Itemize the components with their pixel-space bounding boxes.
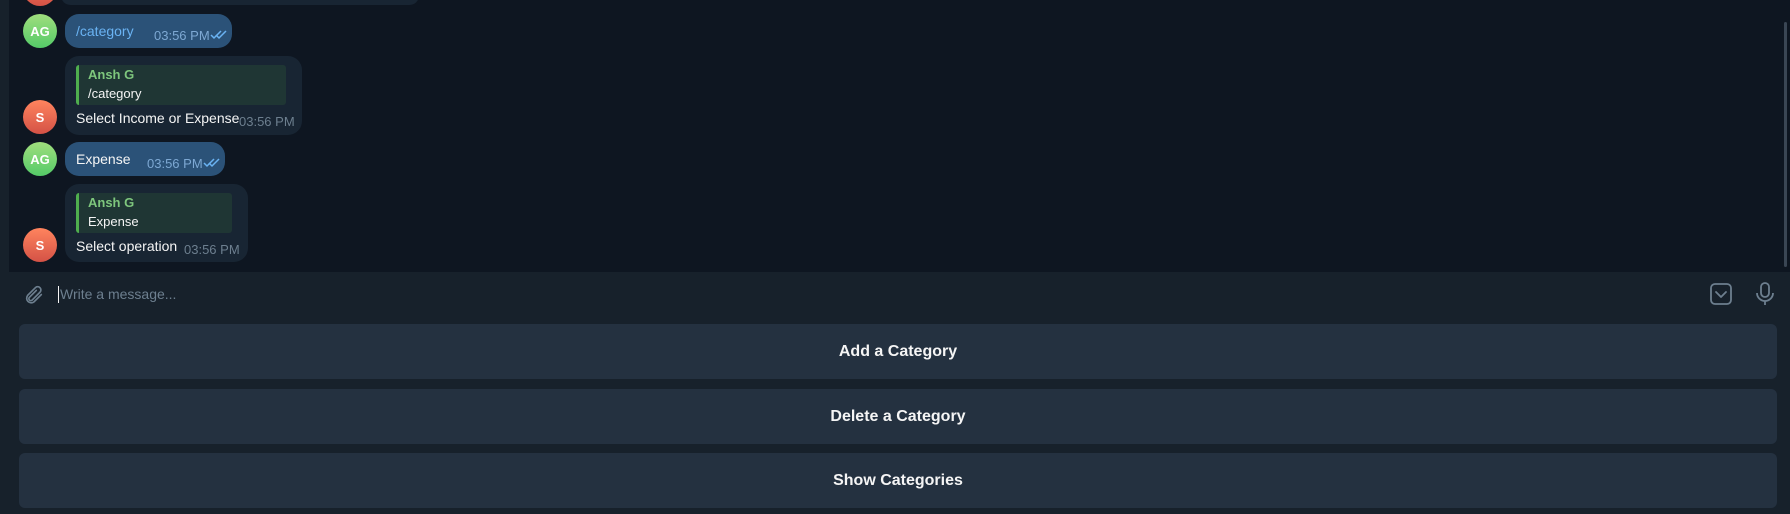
- add-category-button[interactable]: Add a Category: [19, 324, 1777, 379]
- reply-author: Ansh G: [88, 67, 135, 82]
- avatar[interactable]: AG: [23, 14, 57, 48]
- reply-quote: /category: [88, 86, 142, 101]
- text-cursor: [58, 286, 59, 303]
- microphone-icon[interactable]: [1754, 281, 1776, 307]
- avatar: [23, 0, 57, 6]
- chat-history[interactable]: AG /category 03:56 PM S Ansh G /category…: [9, 0, 1781, 272]
- avatar[interactable]: S: [23, 100, 57, 134]
- paperclip-icon[interactable]: [23, 284, 45, 306]
- reply-preview[interactable]: Ansh G Expense: [76, 193, 232, 233]
- message-text: Select Income or Expense: [76, 110, 240, 126]
- reply-preview[interactable]: Ansh G /category: [76, 65, 286, 105]
- message-time: 03:56 PM: [147, 156, 203, 171]
- message-text: /category: [76, 23, 134, 39]
- read-receipt-icon: [210, 30, 227, 40]
- reply-quote: Expense: [88, 214, 139, 229]
- message-bubble[interactable]: Expense 03:56 PM: [65, 142, 225, 176]
- avatar[interactable]: AG: [23, 142, 57, 176]
- message-text: Expense: [76, 151, 131, 167]
- show-categories-button[interactable]: Show Categories: [19, 453, 1777, 508]
- message-bubble[interactable]: /category 03:56 PM: [65, 14, 232, 48]
- message-time: 03:56 PM: [154, 28, 210, 43]
- chat-scrollbar[interactable]: [1781, 0, 1790, 272]
- message-bubble-partial: [61, 0, 419, 5]
- message-text: Select operation: [76, 238, 178, 254]
- keyboard-toggle-icon[interactable]: [1709, 282, 1733, 306]
- delete-category-button[interactable]: Delete a Category: [19, 389, 1777, 444]
- scrollbar-thumb[interactable]: [1784, 22, 1787, 267]
- reply-author: Ansh G: [88, 195, 135, 210]
- message-composer: [9, 272, 1790, 317]
- bot-reply-keyboard: Add a Category Delete a Category Show Ca…: [9, 317, 1790, 514]
- message-bubble[interactable]: Ansh G /category Select Income or Expens…: [65, 56, 302, 135]
- avatar[interactable]: S: [23, 228, 57, 262]
- message-input[interactable]: [60, 282, 1660, 306]
- read-receipt-icon: [203, 158, 220, 168]
- message-time: 03:56 PM: [184, 242, 240, 257]
- message-time: 03:56 PM: [239, 114, 295, 129]
- left-panel-edge: [0, 0, 9, 514]
- message-bubble[interactable]: Ansh G Expense Select operation 03:56 PM: [65, 184, 248, 262]
